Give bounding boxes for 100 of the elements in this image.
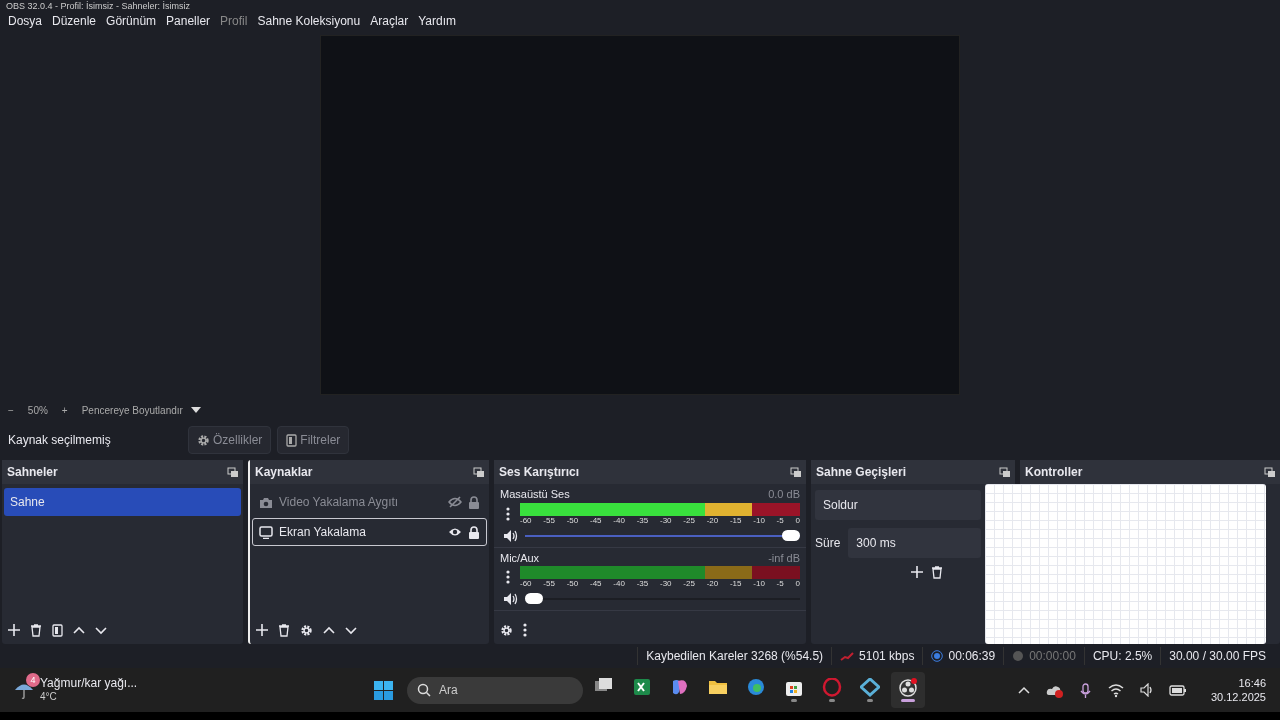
spreadsheet-icon bbox=[632, 678, 652, 697]
meter-scale-label: -40 bbox=[613, 515, 625, 525]
trash-icon[interactable] bbox=[30, 623, 42, 637]
no-source-label: Kaynak seçilmemiş bbox=[8, 432, 112, 449]
search-icon bbox=[417, 683, 431, 697]
source-item[interactable]: Video Yakalama Aygıtı bbox=[252, 488, 487, 516]
menu-item[interactable]: Paneller bbox=[161, 12, 216, 30]
properties-button[interactable]: Özellikler bbox=[188, 426, 272, 454]
active-app-button[interactable] bbox=[891, 672, 925, 708]
menu-item[interactable]: Düzenle bbox=[47, 12, 102, 30]
meter-scale-label: 0 bbox=[795, 515, 800, 525]
volume-slider[interactable] bbox=[525, 528, 800, 543]
start-icon[interactable] bbox=[374, 680, 393, 700]
menu-item: Profil bbox=[219, 13, 249, 30]
chevron-down-icon[interactable] bbox=[345, 625, 357, 635]
meter-scale-label: -45 bbox=[590, 515, 602, 525]
wifi-icon[interactable] bbox=[1107, 682, 1124, 698]
trash-icon[interactable] bbox=[931, 566, 943, 579]
float-icon[interactable] bbox=[227, 466, 239, 478]
slider-thumb[interactable] bbox=[525, 593, 543, 604]
battery-icon[interactable] bbox=[1168, 683, 1187, 697]
float-icon[interactable] bbox=[1264, 466, 1276, 478]
filter-icon[interactable] bbox=[286, 433, 298, 447]
bitrate: 5101 kbps bbox=[831, 647, 923, 665]
volume-icon[interactable] bbox=[1139, 683, 1153, 697]
more-options-icon[interactable] bbox=[523, 623, 527, 637]
search-field[interactable]: Ara bbox=[407, 676, 583, 704]
meter-scale-label: 0 bbox=[795, 579, 800, 588]
dock-title: Sahne Geçişleri bbox=[816, 464, 907, 481]
running-indicator bbox=[901, 699, 915, 702]
menu-item[interactable]: Görünüm bbox=[101, 12, 162, 30]
menu-item[interactable]: Sahne Koleksiyonu bbox=[252, 12, 366, 30]
microphone-icon[interactable] bbox=[1078, 682, 1092, 698]
meter-scale-label: -35 bbox=[636, 515, 649, 525]
source-name: Ekran Yakalama bbox=[279, 524, 367, 541]
source-item[interactable]: Ekran Yakalama bbox=[252, 518, 487, 546]
bitrate-icon bbox=[840, 651, 855, 661]
stream-time: 00:06:39 bbox=[922, 647, 1004, 665]
chevron-up-icon[interactable] bbox=[1017, 685, 1030, 695]
scene-item[interactable]: Sahne bbox=[4, 488, 241, 516]
menu-item[interactable]: Yardım bbox=[413, 12, 461, 30]
clock-date: 30.12.2025 bbox=[1210, 690, 1266, 704]
swirl-icon bbox=[670, 678, 690, 697]
record-icon bbox=[1012, 650, 1025, 662]
frame-rate: 30.00 / 30.00 FPS bbox=[1160, 647, 1274, 665]
chevron-down-icon[interactable] bbox=[95, 625, 107, 635]
meter-scale-label: -55 bbox=[543, 579, 555, 588]
duration-field[interactable]: 300 ms bbox=[848, 528, 981, 558]
meter-scale-label: -40 bbox=[613, 579, 625, 588]
more-options-icon[interactable] bbox=[506, 570, 510, 584]
menu-item[interactable]: Araçlar bbox=[365, 12, 414, 30]
meter-scale-label: -5 bbox=[776, 579, 784, 588]
more-options-icon[interactable] bbox=[506, 506, 510, 521]
channel-name: Masaüstü Ses bbox=[500, 487, 570, 502]
meter-scale-label: -45 bbox=[590, 579, 602, 588]
running-indicator bbox=[829, 699, 835, 702]
float-icon[interactable] bbox=[473, 466, 485, 478]
browser-icon bbox=[746, 678, 766, 697]
volume-slider[interactable] bbox=[525, 592, 800, 606]
meter-scale-label: -15 bbox=[729, 515, 742, 525]
source-name: Video Yakalama Aygıtı bbox=[279, 494, 400, 511]
speaker-icon[interactable] bbox=[503, 528, 518, 543]
eye-slash-icon[interactable] bbox=[448, 496, 462, 508]
meter-scale-label: -50 bbox=[566, 515, 579, 525]
add-icon[interactable] bbox=[256, 624, 268, 636]
trash-icon[interactable] bbox=[278, 623, 290, 637]
dock-title: Kontroller bbox=[1025, 464, 1083, 481]
clock-time: 16:46 bbox=[1237, 676, 1266, 690]
meter-scale-label: -5 bbox=[776, 515, 784, 525]
float-icon[interactable] bbox=[790, 466, 802, 478]
settings-icon[interactable] bbox=[197, 433, 210, 447]
lock-icon[interactable] bbox=[468, 525, 480, 539]
search-placeholder: Ara bbox=[439, 682, 458, 699]
meter-scale-label: -15 bbox=[729, 579, 742, 588]
window-title: OBS 32.0.4 - Profil: İsimsiz - Sahneler: İsimsiz bbox=[5, 0, 192, 12]
diamond-icon bbox=[860, 678, 880, 697]
weather-condition[interactable]: Yağmur/kar yağı... bbox=[40, 677, 138, 690]
add-icon[interactable] bbox=[911, 566, 923, 578]
eye-icon[interactable] bbox=[448, 526, 462, 538]
meter-scale-label: -25 bbox=[683, 515, 695, 525]
duration-label: Süre bbox=[815, 535, 841, 552]
meter-scale-label: -30 bbox=[659, 515, 672, 525]
menu-item[interactable]: Dosya bbox=[3, 12, 47, 30]
zoom-in-button[interactable]: + bbox=[61, 402, 68, 418]
zoom-level: 50% bbox=[27, 403, 48, 418]
caret-icon bbox=[190, 407, 201, 413]
speaker-icon[interactable] bbox=[503, 592, 518, 606]
filters-button[interactable]: Filtreler bbox=[277, 426, 350, 454]
cpu-usage: CPU: 2.5% bbox=[1083, 647, 1161, 665]
chevron-up-icon[interactable] bbox=[73, 625, 85, 635]
scale-mode-dropdown[interactable]: Pencereye Boyutlandır bbox=[81, 402, 201, 418]
slider-thumb[interactable] bbox=[782, 529, 800, 541]
monitor-icon bbox=[259, 525, 273, 539]
zoom-out-button[interactable]: − bbox=[8, 402, 14, 418]
meter-scale-label: -25 bbox=[683, 579, 695, 588]
volume-reading: -inf dB bbox=[768, 550, 800, 566]
add-icon[interactable] bbox=[8, 624, 20, 636]
transition-dropdown[interactable]: Soldur bbox=[815, 490, 981, 520]
float-icon[interactable] bbox=[999, 466, 1011, 478]
chevron-up-icon[interactable] bbox=[323, 625, 335, 635]
